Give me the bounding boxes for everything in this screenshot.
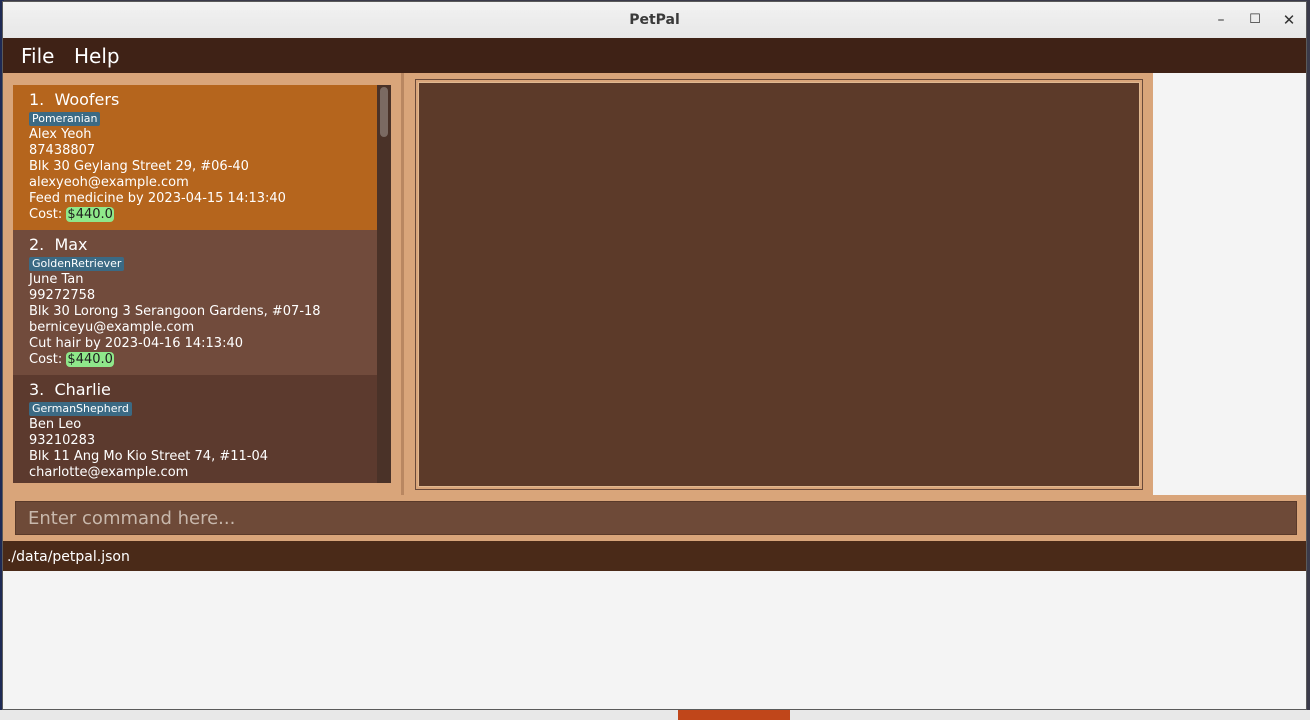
pet-email: charlotte@example.com xyxy=(29,465,189,480)
pet-list[interactable]: 1. Woofers Pomeranian Alex Yeoh 87438807… xyxy=(13,85,391,483)
maximize-icon[interactable]: ☐ xyxy=(1243,8,1267,32)
pet-card-woofers[interactable]: 1. Woofers Pomeranian Alex Yeoh 87438807… xyxy=(13,85,377,230)
pet-phone: 93210283 xyxy=(29,433,96,448)
pet-owner: Ben Leo xyxy=(29,417,82,432)
data-file-path: ./data/petpal.json xyxy=(7,549,130,565)
pet-card-max[interactable]: 2. Max GoldenRetriever June Tan 99272758… xyxy=(13,230,377,375)
minimize-icon[interactable]: – xyxy=(1209,8,1233,32)
pet-card-title: 1. Woofers xyxy=(29,91,377,109)
pet-address: Blk 30 Geylang Street 29, #06-40 xyxy=(29,159,249,174)
pet-tag: GoldenRetriever xyxy=(29,257,125,271)
pet-owner: Alex Yeoh xyxy=(29,127,92,142)
pet-owner: June Tan xyxy=(29,272,84,287)
empty-area xyxy=(3,571,1306,709)
menu-file[interactable]: File xyxy=(21,38,54,75)
pet-card-charlie[interactable]: 3. Charlie GermanShepherd Ben Leo 932102… xyxy=(13,375,377,483)
split-divider[interactable] xyxy=(401,73,404,495)
pet-email: berniceyu@example.com xyxy=(29,320,195,335)
pet-task: Cut hair by 2023-04-16 14:13:40 xyxy=(29,336,243,351)
main-split-pane: 1. Woofers Pomeranian Alex Yeoh 87438807… xyxy=(3,73,1153,495)
pet-phone: 99272758 xyxy=(29,288,96,303)
pet-index: 3. xyxy=(29,380,45,399)
window-title: PetPal xyxy=(629,12,680,28)
pet-tag: Pomeranian xyxy=(29,112,101,126)
menu-bar: File Help xyxy=(3,38,1306,73)
pet-phone: 87438807 xyxy=(29,143,96,158)
pet-email: alexyeoh@example.com xyxy=(29,175,189,190)
cost-label: Cost: xyxy=(29,352,63,367)
command-bar xyxy=(3,495,1306,541)
pet-index: 2. xyxy=(29,235,45,254)
pet-name: Max xyxy=(54,235,88,254)
status-bar: ./data/petpal.json xyxy=(3,541,1306,571)
pet-address: Blk 30 Lorong 3 Serangoon Gardens, #07-1… xyxy=(29,304,321,319)
pet-index: 1. xyxy=(29,90,45,109)
pet-name: Woofers xyxy=(54,90,120,109)
pet-card-title: 3. Charlie xyxy=(29,381,377,399)
pet-task: Feed medicine by 2023-04-15 14:13:40 xyxy=(29,191,286,206)
scroll-thumb[interactable] xyxy=(380,87,388,137)
app-window: PetPal – ☐ ✕ File Help 1. Woofers Pomera… xyxy=(2,1,1307,710)
pet-address: Blk 11 Ang Mo Kio Street 74, #11-04 xyxy=(29,449,269,464)
close-icon[interactable]: ✕ xyxy=(1277,8,1301,32)
pet-cost-row: Cost: $440.0 xyxy=(29,352,377,368)
desktop-taskbar-item xyxy=(678,710,790,720)
pet-name: Charlie xyxy=(54,380,111,399)
cost-badge: $440.0 xyxy=(66,352,114,367)
result-display-area[interactable] xyxy=(418,82,1140,487)
pet-cost-row: Cost: $440.0 xyxy=(29,207,377,223)
title-bar[interactable]: PetPal – ☐ ✕ xyxy=(3,2,1306,39)
menu-help[interactable]: Help xyxy=(74,38,120,75)
cost-label: Cost: xyxy=(29,207,63,222)
result-display-panel xyxy=(415,79,1143,490)
pet-list-scrollbar[interactable] xyxy=(377,85,391,483)
pet-card-title: 2. Max xyxy=(29,236,377,254)
cost-badge: $440.0 xyxy=(66,207,114,222)
command-input[interactable] xyxy=(15,501,1297,535)
desktop-background-bottom xyxy=(0,710,1310,720)
pet-tag: GermanShepherd xyxy=(29,402,132,416)
